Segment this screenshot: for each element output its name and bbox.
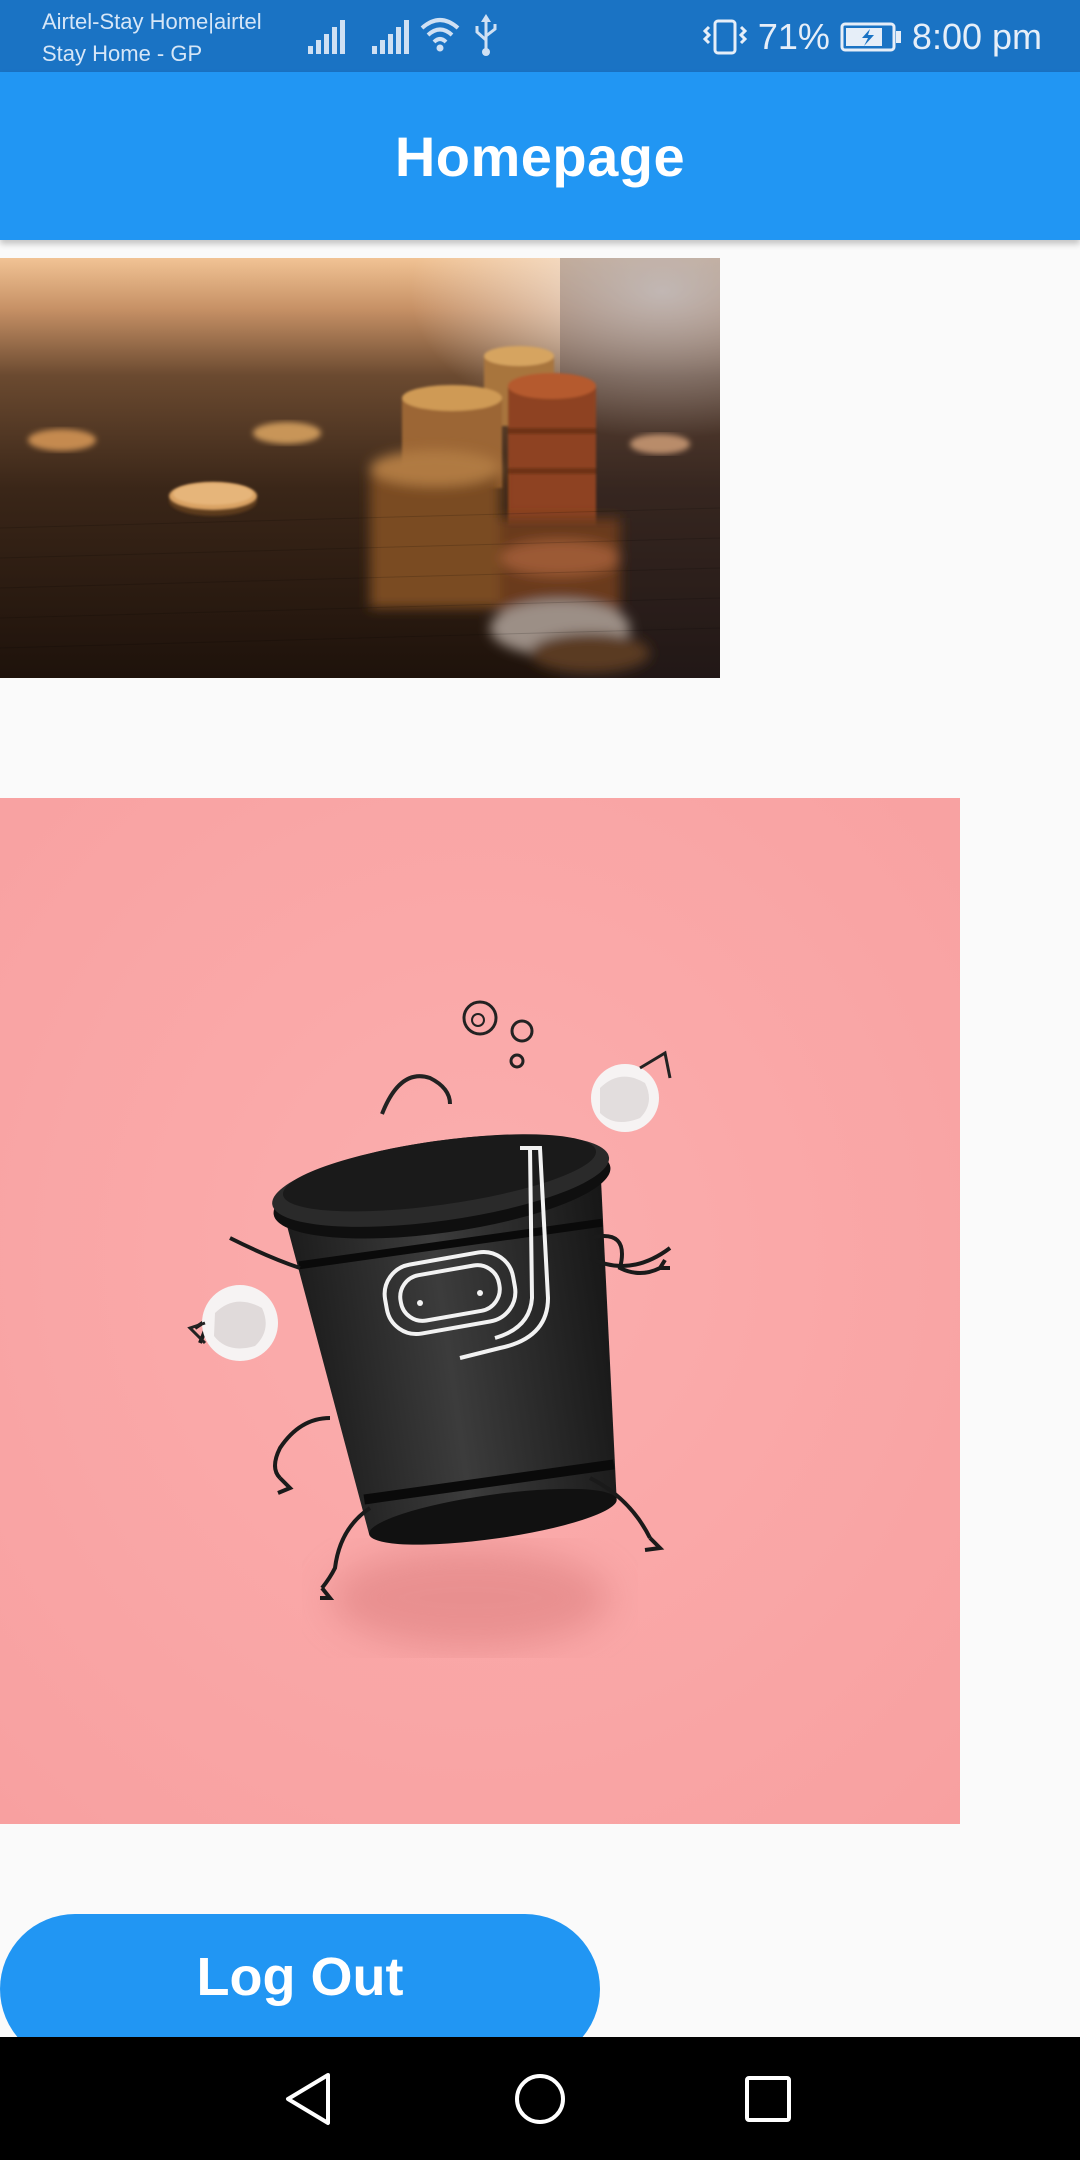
- home-icon[interactable]: [498, 2057, 582, 2141]
- carrier-line2: Stay Home - GP: [42, 41, 203, 66]
- carrier-info: Airtel-Stay Home|airtel Stay Home - GP: [42, 6, 262, 70]
- back-icon[interactable]: [267, 2057, 351, 2141]
- wifi-icon: [420, 18, 460, 52]
- signal-icon: [308, 20, 345, 54]
- battery-charging-icon: [840, 22, 901, 52]
- coins-photo: [0, 258, 720, 678]
- app-bar: Homepage: [0, 72, 1080, 240]
- signal-icon: [372, 20, 409, 54]
- vibrate-icon: [702, 19, 747, 55]
- page-title: Homepage: [394, 124, 686, 188]
- status-right: 71% 8:00 pm: [702, 12, 1042, 62]
- navigation-bar: [0, 2037, 1080, 2160]
- logout-label: Log Out: [196, 1947, 404, 2007]
- status-bar: Airtel-Stay Home|airtel Stay Home - GP 7…: [0, 0, 1080, 72]
- trash-bin-illustration: [0, 798, 960, 1824]
- battery-percent: 71%: [757, 16, 830, 57]
- usb-icon: [475, 14, 497, 56]
- carrier-line1: Airtel-Stay Home|airtel: [42, 9, 262, 34]
- recents-icon[interactable]: [726, 2057, 810, 2141]
- clock: 8:00 pm: [911, 16, 1042, 57]
